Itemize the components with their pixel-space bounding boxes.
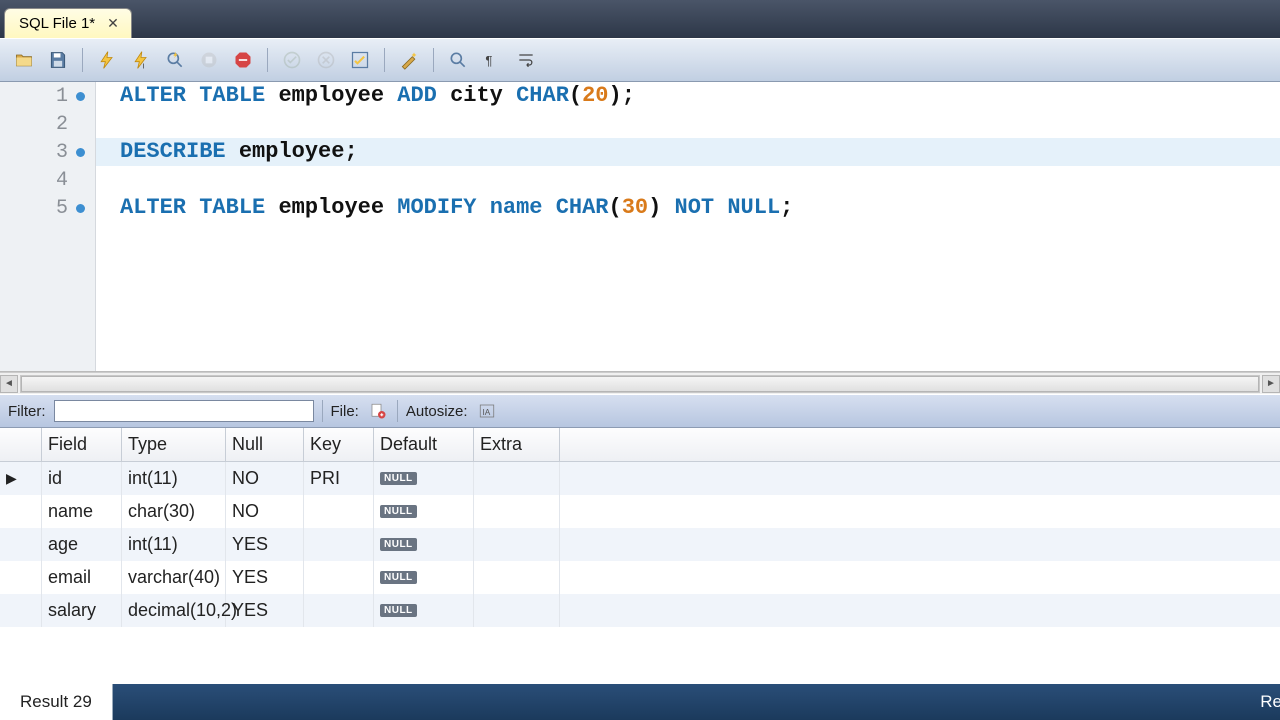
- col-header-null[interactable]: Null: [226, 428, 304, 461]
- autosize-label: Autosize:: [406, 403, 468, 420]
- cell-type: int(11): [122, 462, 226, 495]
- scroll-thumb[interactable]: [21, 376, 1259, 392]
- file-tab[interactable]: SQL File 1* ✕: [4, 8, 132, 38]
- horizontal-scrollbar[interactable]: ◄ ►: [0, 372, 1280, 394]
- autosize-button[interactable]: IA: [476, 400, 498, 422]
- col-header-extra[interactable]: Extra: [474, 428, 560, 461]
- cell-field: email: [42, 561, 122, 594]
- cell-default: NULL: [374, 561, 474, 594]
- toolbar: I ¶: [0, 38, 1280, 82]
- beautify-button[interactable]: [395, 46, 423, 74]
- svg-text:IA: IA: [482, 408, 490, 417]
- cell-key: PRI: [304, 462, 374, 495]
- cell-null: NO: [226, 495, 304, 528]
- cell-field: salary: [42, 594, 122, 627]
- cell-field: age: [42, 528, 122, 561]
- find-button[interactable]: [444, 46, 472, 74]
- row-selector[interactable]: [0, 594, 42, 627]
- grid-header: Field Type Null Key Default Extra: [0, 428, 1280, 462]
- invisible-chars-button[interactable]: ¶: [478, 46, 506, 74]
- svg-text:¶: ¶: [485, 53, 492, 68]
- scroll-left-icon[interactable]: ◄: [0, 375, 18, 393]
- open-file-button[interactable]: [10, 46, 38, 74]
- close-icon[interactable]: ✕: [103, 15, 123, 32]
- export-file-button[interactable]: [367, 400, 389, 422]
- cell-null: NO: [226, 462, 304, 495]
- execute-button[interactable]: [93, 46, 121, 74]
- stop-error-button[interactable]: [229, 46, 257, 74]
- row-selector[interactable]: [0, 495, 42, 528]
- cell-null: YES: [226, 594, 304, 627]
- cell-type: decimal(10,2): [122, 594, 226, 627]
- status-right: Re: [1260, 692, 1280, 712]
- svg-text:I: I: [143, 61, 145, 70]
- table-row[interactable]: ▶ id int(11) NO PRI NULL: [0, 462, 1280, 495]
- cell-type: varchar(40): [122, 561, 226, 594]
- table-row[interactable]: age int(11) YES NULL: [0, 528, 1280, 561]
- cell-key: [304, 594, 374, 627]
- explain-button[interactable]: [161, 46, 189, 74]
- scroll-right-icon[interactable]: ►: [1262, 375, 1280, 393]
- cell-extra: [474, 594, 560, 627]
- cell-type: int(11): [122, 528, 226, 561]
- cell-extra: [474, 561, 560, 594]
- commit-button: [278, 46, 306, 74]
- filter-label: Filter:: [8, 403, 46, 420]
- row-selector[interactable]: [0, 561, 42, 594]
- col-header-type[interactable]: Type: [122, 428, 226, 461]
- result-tab[interactable]: Result 29: [0, 684, 113, 720]
- file-label: File:: [331, 403, 359, 420]
- col-header-default[interactable]: Default: [374, 428, 474, 461]
- cell-default: NULL: [374, 495, 474, 528]
- save-button[interactable]: [44, 46, 72, 74]
- table-row[interactable]: name char(30) NO NULL: [0, 495, 1280, 528]
- cell-default: NULL: [374, 462, 474, 495]
- cell-type: char(30): [122, 495, 226, 528]
- table-row[interactable]: email varchar(40) YES NULL: [0, 561, 1280, 594]
- tab-title: SQL File 1*: [19, 15, 95, 32]
- result-grid: Field Type Null Key Default Extra ▶ id i…: [0, 428, 1280, 627]
- stop-button: [195, 46, 223, 74]
- col-header-field[interactable]: Field: [42, 428, 122, 461]
- cell-null: YES: [226, 561, 304, 594]
- code-area[interactable]: ALTER TABLE employee ADD city CHAR(20);D…: [96, 82, 1280, 371]
- row-selector-header[interactable]: [0, 428, 42, 461]
- cell-key: [304, 561, 374, 594]
- execute-script-button[interactable]: I: [127, 46, 155, 74]
- wrap-button[interactable]: [512, 46, 540, 74]
- autocommit-button[interactable]: [346, 46, 374, 74]
- line-gutter: 12345: [0, 82, 96, 371]
- cell-key: [304, 495, 374, 528]
- cell-extra: [474, 462, 560, 495]
- cell-field: id: [42, 462, 122, 495]
- scroll-track[interactable]: [20, 375, 1260, 393]
- cell-null: YES: [226, 528, 304, 561]
- cell-field: name: [42, 495, 122, 528]
- col-header-key[interactable]: Key: [304, 428, 374, 461]
- row-selector[interactable]: [0, 528, 42, 561]
- cell-default: NULL: [374, 594, 474, 627]
- status-bar: Result 29 Re: [0, 684, 1280, 720]
- tab-bar: SQL File 1* ✕: [0, 0, 1280, 38]
- row-selector[interactable]: ▶: [0, 462, 42, 495]
- filter-input[interactable]: [54, 400, 314, 422]
- table-row[interactable]: salary decimal(10,2) YES NULL: [0, 594, 1280, 627]
- filter-bar: Filter: File: Autosize: IA: [0, 394, 1280, 428]
- cell-extra: [474, 495, 560, 528]
- code-editor[interactable]: 12345 ALTER TABLE employee ADD city CHAR…: [0, 82, 1280, 372]
- rollback-button: [312, 46, 340, 74]
- cell-extra: [474, 528, 560, 561]
- cell-default: NULL: [374, 528, 474, 561]
- cell-key: [304, 528, 374, 561]
